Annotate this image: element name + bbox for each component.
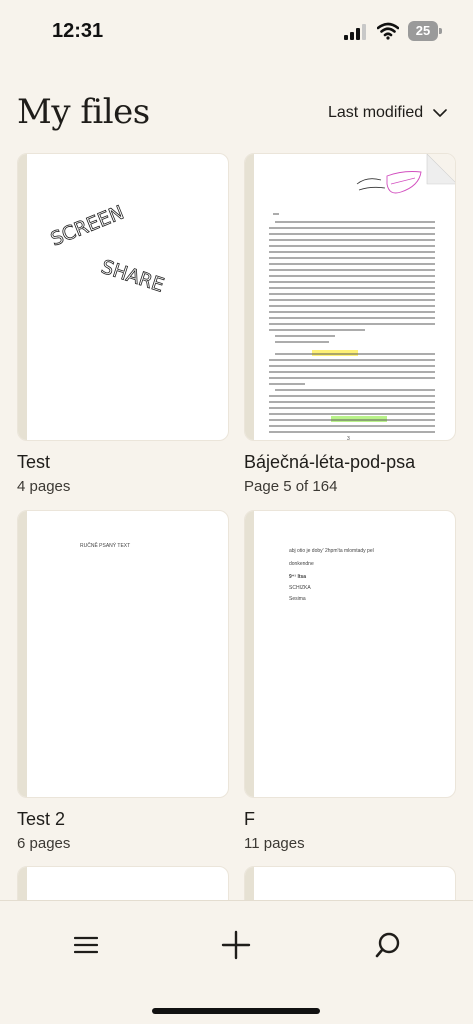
file-thumbnail[interactable]: abj otio je doby' 2hpm'ta mlomtady pel d…: [244, 510, 456, 798]
thumbnail-text-line: SCHIZKA: [289, 585, 311, 591]
file-thumbnail[interactable]: RUČNĚ PSANÝ TEXT: [17, 510, 229, 798]
notebook-spine: [18, 867, 27, 900]
add-button[interactable]: [216, 925, 256, 965]
notebook-spine: [18, 511, 27, 797]
plus-icon: [221, 930, 251, 960]
search-button[interactable]: [368, 925, 408, 965]
menu-button[interactable]: [66, 925, 106, 965]
thumbnail-text-line: donkendne: [289, 561, 314, 567]
file-card-test[interactable]: SCREEN SHARE Test 4 pages: [17, 153, 229, 498]
file-card-partial-left[interactable]: [17, 866, 229, 900]
file-name: Báječná-léta-pod-psa: [244, 452, 416, 472]
home-indicator: [152, 1008, 320, 1014]
search-icon: [375, 932, 400, 958]
thumbnail-text: RUČNĚ PSANÝ TEXT: [80, 543, 131, 549]
file-card-test-2[interactable]: RUČNĚ PSANÝ TEXT Test 2 6 pages: [17, 510, 229, 855]
sort-label: Last modified: [328, 104, 424, 121]
text-lines: [269, 213, 435, 433]
file-page-count: 11 pages: [244, 835, 305, 852]
file-name: Test 2: [17, 809, 66, 829]
thumbnail-text-line: abj otio je doby' 2hpm'ta mlomtady pel: [289, 548, 374, 554]
chevron-down-icon: [433, 109, 447, 117]
wifi-icon: [377, 22, 399, 40]
page-title: My files: [17, 92, 150, 132]
notebook-spine: [245, 867, 254, 900]
bottom-toolbar: [0, 900, 473, 1024]
file-page-count: 4 pages: [17, 478, 71, 495]
file-card-bajecna-leta[interactable]: 3 Báječná-léta-pod-psa Page 5 of 164: [244, 153, 456, 498]
battery-level: 25: [415, 23, 431, 38]
file-name: Test: [17, 452, 51, 472]
status-bar: 12:31 25: [0, 0, 473, 60]
sort-button[interactable]: Last modified: [328, 102, 447, 124]
file-thumbnail[interactable]: [17, 866, 229, 900]
notebook-spine: [245, 511, 254, 797]
file-card-partial-right[interactable]: [244, 866, 456, 900]
file-card-f[interactable]: abj otio je doby' 2hpm'ta mlomtady pel d…: [244, 510, 456, 855]
status-time: 12:31: [52, 20, 104, 42]
file-name: F: [244, 809, 255, 829]
sketch-text-share: SHARE: [98, 256, 166, 297]
page-number: 3: [347, 436, 350, 441]
cellular-signal-icon: [344, 24, 366, 40]
document-page-preview: 3: [269, 154, 455, 441]
file-page-progress: Page 5 of 164: [244, 478, 338, 495]
file-thumbnail[interactable]: 3: [244, 153, 456, 441]
file-page-count: 6 pages: [17, 835, 71, 852]
thumbnail-text-line: 9⁺¹ ltsa: [289, 574, 307, 580]
handwriting-sketch: SCREEN SHARE: [47, 201, 167, 297]
file-thumbnail[interactable]: SCREEN SHARE: [17, 153, 229, 441]
sketch-text-screen: SCREEN: [48, 201, 127, 250]
battery-icon: 25: [408, 21, 442, 41]
file-thumbnail[interactable]: [244, 866, 456, 900]
hamburger-icon: [74, 936, 98, 954]
thumbnail-text-line: Sesima: [289, 596, 306, 602]
